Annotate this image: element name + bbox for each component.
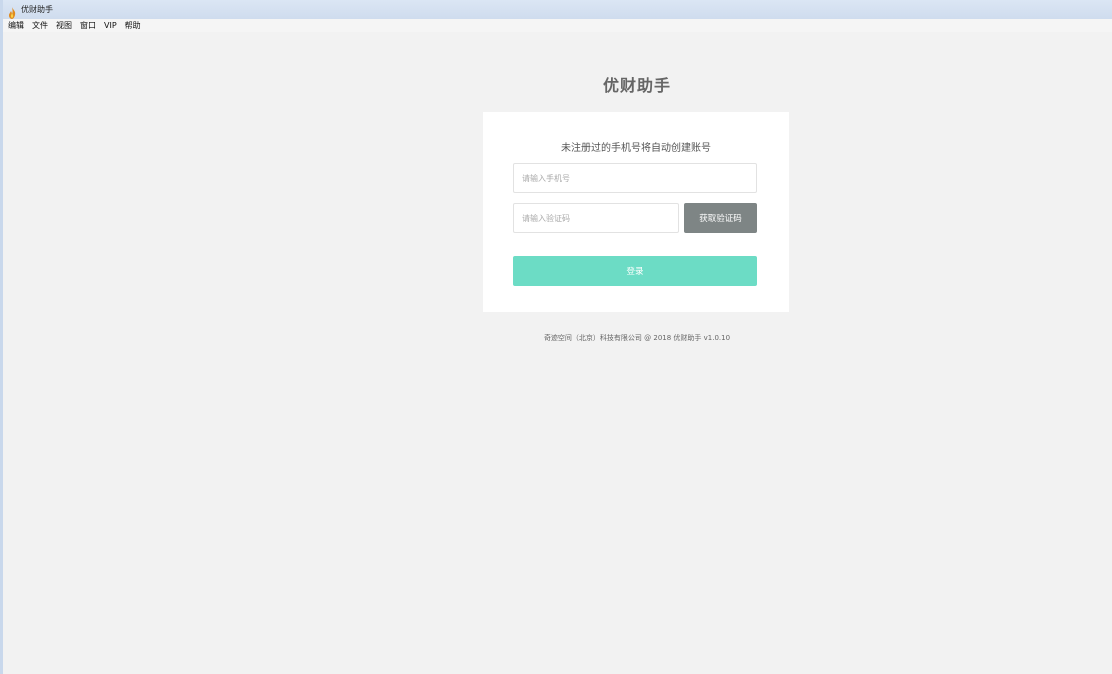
get-code-button[interactable]: 获取验证码 (684, 203, 757, 233)
footer-copyright: 奇迹空间（北京）科技有限公司 @ 2018 优财助手 v1.0.10 (543, 334, 731, 342)
title-bar[interactable]: 优财助手 (3, 0, 1112, 19)
menu-file[interactable]: 文件 (32, 19, 48, 32)
menu-help[interactable]: 帮助 (125, 19, 141, 32)
window-title: 优财助手 (21, 5, 53, 14)
app-flame-icon (7, 4, 17, 19)
brand-title: 优财助手 (602, 76, 671, 95)
login-card: 未注册过的手机号将自动创建账号 获取验证码 登录 (483, 112, 789, 312)
login-button[interactable]: 登录 (513, 256, 757, 286)
menu-view[interactable]: 视图 (56, 19, 72, 32)
menu-window[interactable]: 窗口 (80, 19, 96, 32)
menu-vip[interactable]: VIP (104, 19, 117, 32)
phone-input[interactable] (513, 163, 757, 193)
register-hint: 未注册过的手机号将自动创建账号 (561, 143, 711, 154)
menu-edit[interactable]: 编辑 (8, 19, 24, 32)
verification-code-input[interactable] (513, 203, 679, 233)
app-window: 优财助手 编辑 文件 视图 窗口 VIP 帮助 优财助手 未注册过的手机号将自动… (0, 0, 1112, 674)
menu-bar: 编辑 文件 视图 窗口 VIP 帮助 (3, 19, 1112, 32)
